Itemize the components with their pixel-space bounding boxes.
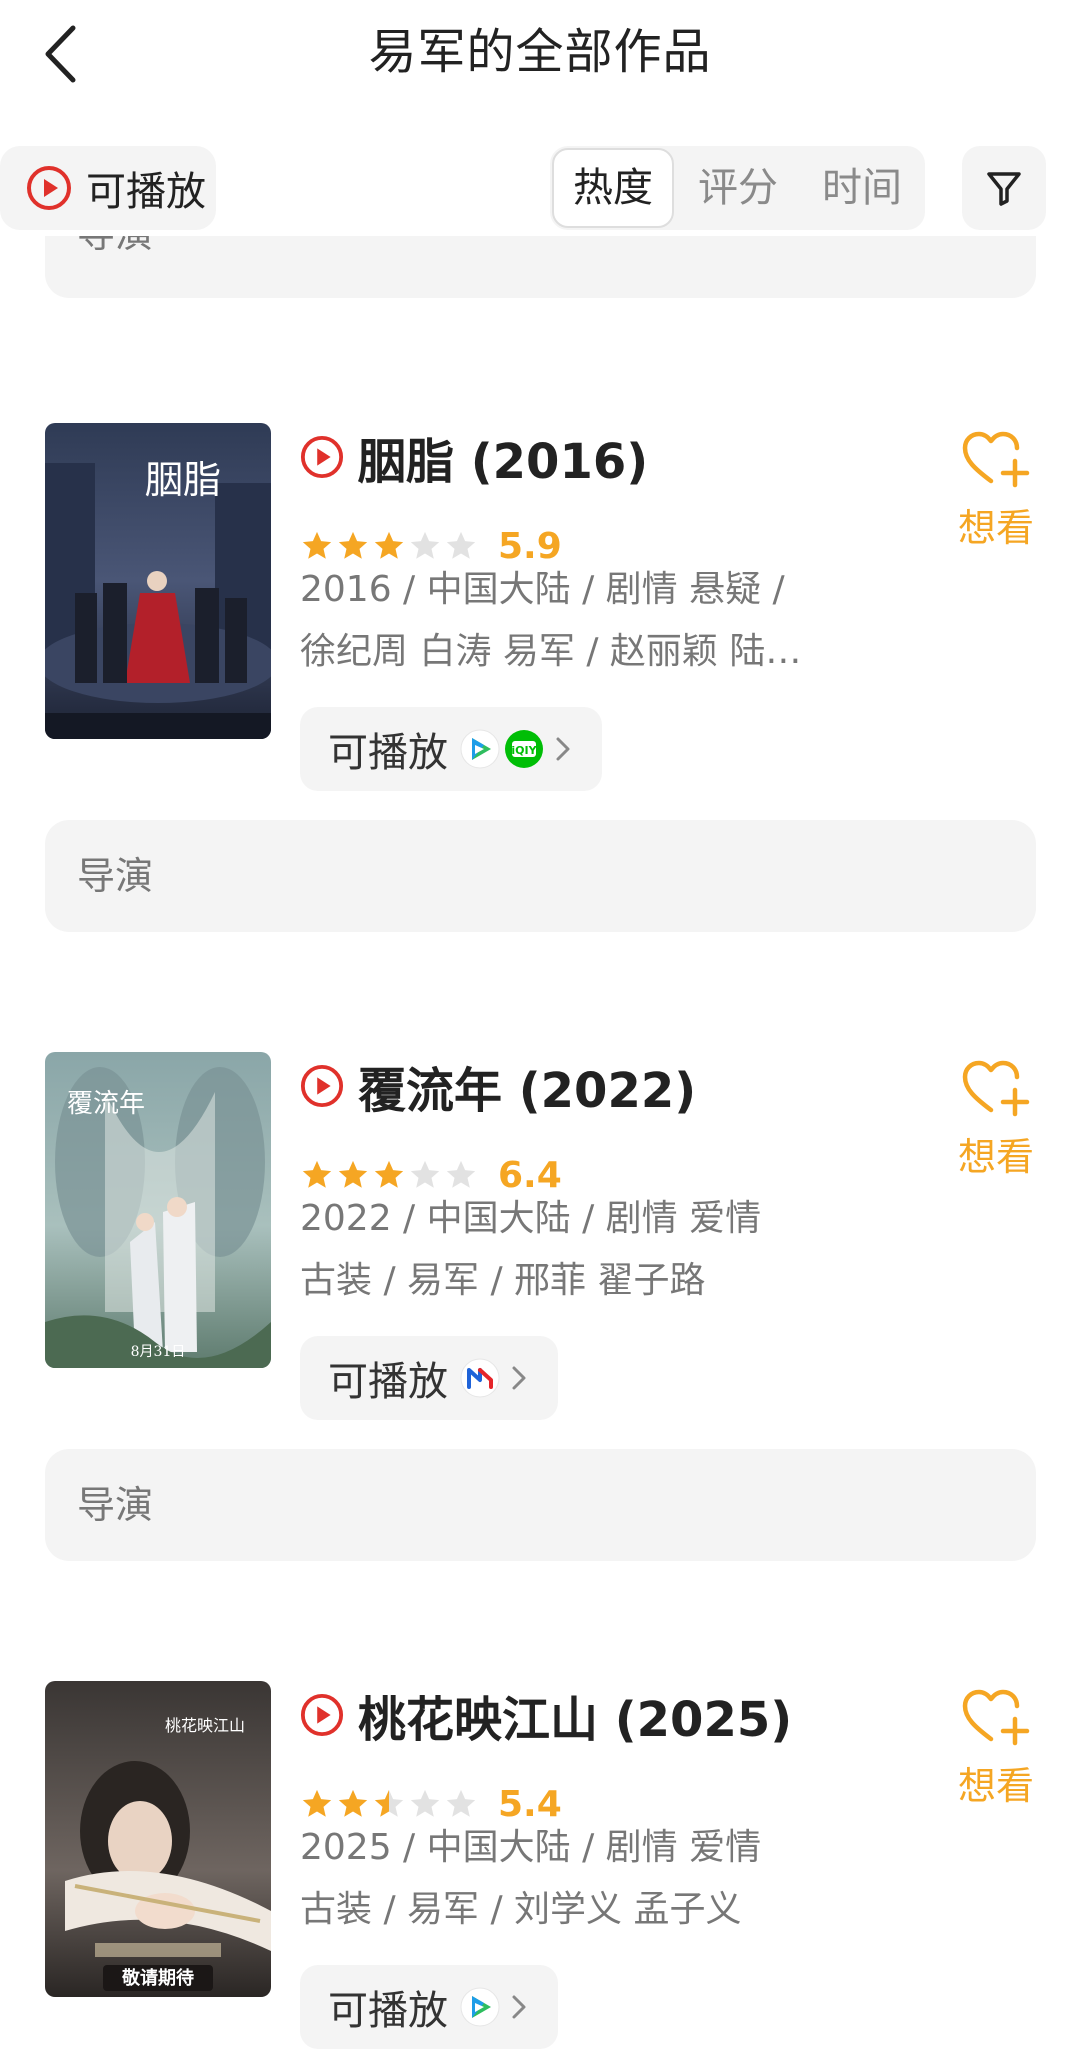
filter-bar: 可播放 热度 评分 时间 <box>0 146 1080 236</box>
chevron-right-icon <box>556 737 570 761</box>
star-full-icon <box>302 1789 332 1817</box>
poster-image[interactable]: 桃花映江山 敬请期待 <box>45 1681 271 1997</box>
star-full-icon <box>338 531 368 559</box>
director-row[interactable]: 导演 <box>45 820 1036 932</box>
star-full-icon <box>374 1160 404 1188</box>
chevron-right-icon <box>512 1366 526 1390</box>
movie-credits-line: 古装 / 易军 / 邢菲 翟子路 <box>300 1260 706 1301</box>
sort-segmented-control: 热度 评分 时间 <box>550 146 925 230</box>
want-to-watch-label: 想看 <box>957 506 1034 550</box>
want-to-watch-button[interactable]: 想看 <box>950 429 1042 552</box>
play-circle-icon <box>300 435 344 479</box>
play-circle-icon <box>300 1064 344 1108</box>
movie-info-line: 2016 / 中国大陆 / 剧情 悬疑 / <box>300 569 785 610</box>
want-to-watch-button[interactable]: 想看 <box>950 1058 1042 1181</box>
star-empty-icon <box>410 1789 440 1817</box>
sort-tab-rating[interactable]: 评分 <box>676 146 800 230</box>
star-empty-icon <box>446 1789 476 1817</box>
star-rating <box>300 529 480 563</box>
heart-plus-icon <box>962 1060 1030 1117</box>
director-label: 导演 <box>77 854 154 898</box>
star-full-icon <box>338 1789 368 1817</box>
iqiyi-icon: iQIY <box>504 729 544 769</box>
playable-sources-button[interactable]: 可播放 <box>300 1965 558 2049</box>
star-half-icon <box>374 1789 404 1817</box>
star-full-icon <box>338 1160 368 1188</box>
poster-title-text: 覆流年 <box>67 1089 145 1119</box>
movie-title[interactable]: 胭脂 (2016) <box>358 422 648 492</box>
mgtv-icon <box>460 1358 500 1398</box>
play-circle-icon <box>300 1693 344 1737</box>
director-label: 导演 <box>77 1483 154 1527</box>
svg-text:iQIY: iQIY <box>511 744 537 757</box>
playable-label: 可播放 <box>328 1988 448 2034</box>
heart-plus-icon <box>962 1689 1030 1746</box>
funnel-icon <box>987 172 1021 206</box>
title-row: 胭脂 (2016) <box>300 427 648 490</box>
title-row: 桃花映江山 (2025) <box>300 1685 792 1748</box>
want-to-watch-label: 想看 <box>957 1764 1034 1808</box>
want-to-watch-label: 想看 <box>957 1135 1034 1179</box>
movie-info-line: 2025 / 中国大陆 / 剧情 爱情 <box>300 1827 762 1868</box>
movie-credits-line: 徐纪周 白涛 易军 / 赵丽颖 陆… <box>300 631 802 672</box>
tencent-video-icon <box>460 729 500 769</box>
poster-title-text: 桃花映江山 <box>165 1716 245 1735</box>
playable-filter-label: 可播放 <box>86 169 206 215</box>
works-list: 导演 <box>0 236 1080 2063</box>
star-empty-icon <box>446 1160 476 1188</box>
movie-credits-line: 古装 / 易军 / 刘学义 孟子义 <box>300 1889 742 1930</box>
playable-label: 可播放 <box>328 730 448 776</box>
director-row-previous[interactable]: 导演 <box>45 236 1036 298</box>
play-circle-icon <box>27 166 71 210</box>
page-title: 易军的全部作品 <box>368 24 712 80</box>
filter-button[interactable] <box>962 146 1046 230</box>
star-empty-icon <box>446 531 476 559</box>
director-row[interactable]: 导演 <box>45 1449 1036 1561</box>
title-row: 覆流年 (2022) <box>300 1056 696 1119</box>
list-item[interactable]: 桃花映江山 敬请期待 桃花映江山 (2025) 5.4 2025 / 中国大陆 … <box>0 1681 1080 2061</box>
playable-label: 可播放 <box>328 1359 448 1405</box>
sort-tab-time[interactable]: 时间 <box>800 146 924 230</box>
playable-sources-button[interactable]: 可播放 iQIY <box>300 707 602 791</box>
sort-tab-heat[interactable]: 热度 <box>552 148 674 228</box>
app-header: 易军的全部作品 <box>0 0 1080 108</box>
poster-caption-text: 敬请期待 <box>121 1967 194 1989</box>
playable-filter-toggle[interactable]: 可播放 <box>0 146 216 230</box>
poster-image[interactable]: 覆流年 8月31日 <box>45 1052 271 1368</box>
star-full-icon <box>302 531 332 559</box>
poster-date-text: 8月31日 <box>131 1344 186 1360</box>
director-label: 导演 <box>77 236 153 290</box>
star-full-icon <box>374 531 404 559</box>
chevron-right-icon <box>512 1995 526 2019</box>
want-to-watch-button[interactable]: 想看 <box>950 1687 1042 1810</box>
poster-title-text: 胭脂 <box>145 458 221 502</box>
tencent-video-icon <box>460 1987 500 2027</box>
movie-title[interactable]: 桃花映江山 (2025) <box>358 1680 792 1750</box>
star-rating <box>300 1158 480 1192</box>
heart-plus-icon <box>962 431 1030 488</box>
list-item[interactable]: 覆流年 8月31日 覆流年 (2022) 6.4 2022 / 中国大陆 / 剧… <box>0 1052 1080 1432</box>
movie-info-line: 2022 / 中国大陆 / 剧情 爱情 <box>300 1198 762 1239</box>
poster-image[interactable]: 胭脂 <box>45 423 271 739</box>
star-empty-icon <box>410 1160 440 1188</box>
star-full-icon <box>302 1160 332 1188</box>
list-item[interactable]: 胭脂 胭脂 (2016) 5.9 2016 / 中国大陆 / 剧情 悬疑 / 徐… <box>0 423 1080 803</box>
movie-title[interactable]: 覆流年 (2022) <box>358 1051 696 1121</box>
star-empty-icon <box>410 531 440 559</box>
star-rating <box>300 1787 480 1821</box>
playable-sources-button[interactable]: 可播放 <box>300 1336 558 1420</box>
